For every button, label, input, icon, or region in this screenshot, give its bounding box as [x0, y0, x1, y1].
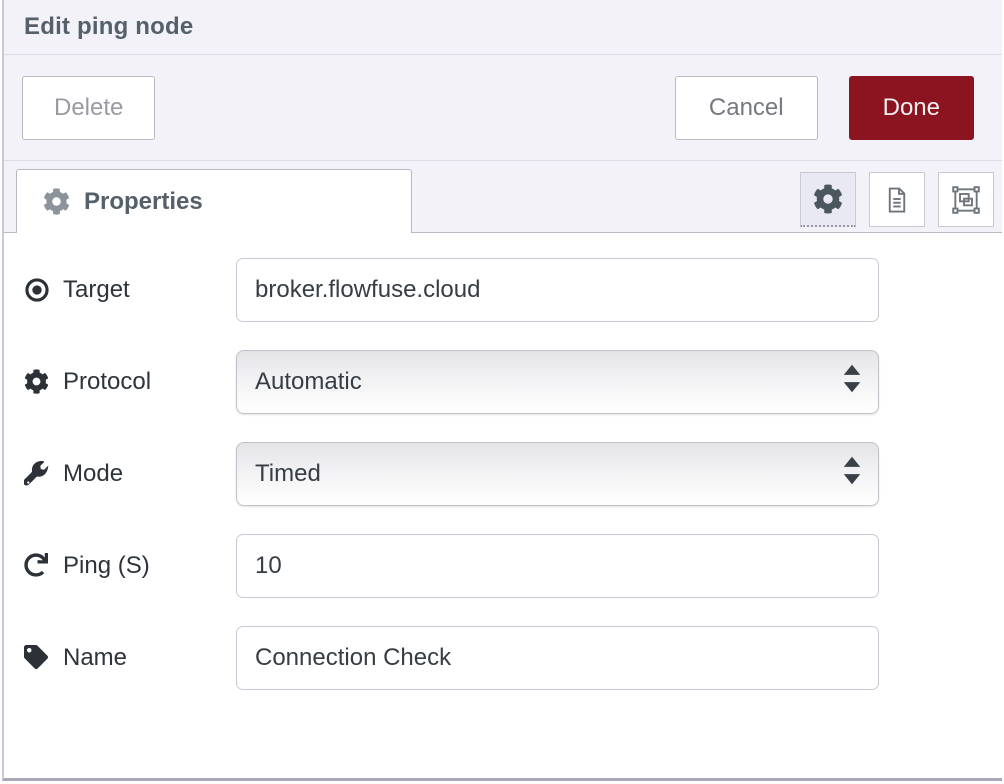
chevron-up-down-icon	[841, 454, 863, 495]
name-row: Name	[4, 626, 1002, 690]
done-button[interactable]: Done	[849, 76, 974, 140]
name-input[interactable]	[236, 626, 879, 690]
protocol-select[interactable]: Automatic	[236, 350, 879, 414]
edit-node-tray: Edit ping node Delete Cancel Done Proper…	[2, 0, 1002, 781]
ping-label: Ping (S)	[24, 552, 236, 580]
group-icon	[950, 184, 982, 216]
ping-label-text: Ping (S)	[63, 552, 150, 580]
tray-header: Edit ping node	[4, 0, 1002, 55]
tray-title: Edit ping node	[24, 13, 193, 41]
protocol-row: Protocol Automatic	[4, 350, 1002, 414]
target-label: Target	[24, 276, 236, 304]
tab-properties[interactable]: Properties	[16, 169, 412, 233]
mode-select[interactable]: Timed	[236, 442, 879, 506]
tray-toolbar: Delete Cancel Done	[4, 55, 1002, 161]
document-icon	[882, 185, 912, 215]
protocol-label-text: Protocol	[63, 368, 151, 396]
tag-icon	[24, 645, 50, 671]
target-row: Target	[4, 258, 1002, 322]
properties-tab-button[interactable]	[800, 172, 856, 227]
gear-icon	[813, 184, 843, 214]
target-input[interactable]	[236, 258, 879, 322]
ping-input[interactable]	[236, 534, 879, 598]
gear-icon	[24, 369, 50, 395]
protocol-label: Protocol	[24, 368, 236, 396]
delete-button[interactable]: Delete	[22, 76, 155, 140]
mode-label: Mode	[24, 460, 236, 488]
mode-row: Mode Timed	[4, 442, 1002, 506]
protocol-selected-value: Automatic	[255, 368, 362, 396]
tab-properties-label: Properties	[84, 188, 203, 216]
mode-label-text: Mode	[63, 460, 123, 488]
target-label-text: Target	[63, 276, 130, 304]
properties-form: Target Protocol Automatic	[4, 233, 1002, 778]
name-label-text: Name	[63, 644, 127, 672]
cancel-button[interactable]: Cancel	[675, 76, 818, 140]
chevron-up-down-icon	[841, 362, 863, 403]
name-label: Name	[24, 644, 236, 672]
dot-circle-icon	[24, 277, 50, 303]
tab-bar: Properties	[4, 161, 1002, 233]
wrench-icon	[24, 461, 50, 487]
mode-selected-value: Timed	[255, 460, 321, 488]
rotate-right-icon	[24, 553, 50, 579]
ping-row: Ping (S)	[4, 534, 1002, 598]
appearance-tab-button[interactable]	[938, 172, 994, 227]
tab-icon-buttons	[800, 172, 994, 227]
description-tab-button[interactable]	[869, 172, 925, 227]
gear-icon	[43, 188, 70, 215]
